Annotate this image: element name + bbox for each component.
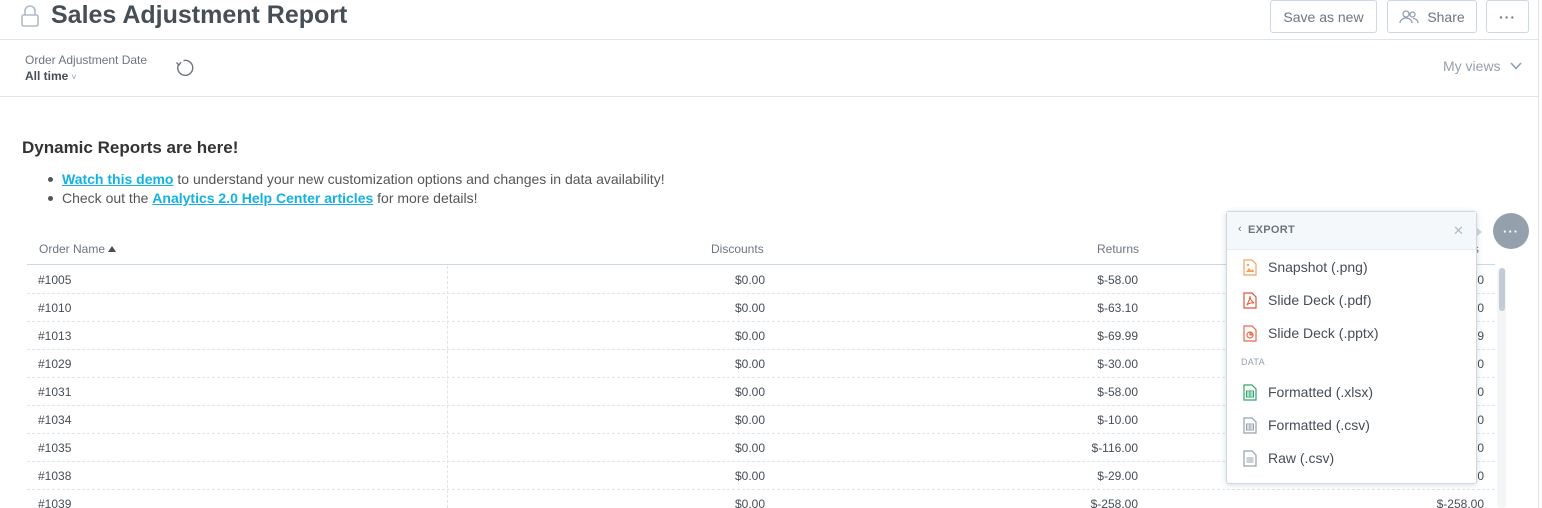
cell-order-name: #1029 — [38, 357, 72, 371]
export-menu-title[interactable]: EXPORT — [1248, 224, 1295, 236]
share-button[interactable]: Share — [1387, 0, 1477, 33]
column-header-discounts[interactable]: Discounts — [711, 242, 764, 256]
cell-returns: $-10.00 — [1097, 413, 1138, 427]
cell-returns: $-116.00 — [1091, 441, 1138, 455]
cell-discounts: $0.00 — [734, 469, 765, 483]
export-menu: ‹ EXPORT ✕ Snapshot (.png) Slide Deck (.… — [1226, 211, 1477, 484]
cell-partial: 0 — [1477, 413, 1484, 427]
image-file-icon — [1243, 259, 1257, 276]
notice-list: Watch this demo to understand your new c… — [48, 170, 665, 208]
cell-discounts: $0.00 — [734, 357, 765, 371]
more-options-button[interactable]: ··· — [1486, 0, 1529, 33]
export-formatted-xlsx[interactable]: Formatted (.xlsx) — [1227, 379, 1476, 407]
cell-partial: 0 — [1477, 301, 1484, 315]
cell-partial: $-258.00 — [1436, 497, 1484, 508]
notice-item: Check out the Analytics 2.0 Help Center … — [48, 189, 665, 208]
table-row[interactable]: #1039 $0.00 $-258.00 $-258.00 — [27, 490, 1495, 508]
cell-partial: 0 — [1477, 441, 1484, 455]
cell-order-name: #1039 — [38, 497, 72, 508]
cell-discounts: $0.00 — [734, 413, 765, 427]
chevron-down-icon: ˅ — [71, 72, 77, 82]
reset-icon[interactable] — [174, 58, 194, 78]
notice-item: Watch this demo to understand your new c… — [48, 170, 665, 189]
notice-item-text: Check out the — [62, 190, 153, 206]
cell-discounts: $0.00 — [734, 497, 765, 508]
cell-discounts: $0.00 — [734, 273, 765, 287]
xlsx-file-icon — [1243, 384, 1257, 401]
cell-partial: 9 — [1477, 329, 1484, 343]
export-formatted-csv[interactable]: Formatted (.csv) — [1227, 412, 1476, 440]
sort-ascending-icon — [108, 246, 117, 252]
report-header: Sales Adjustment Report Save as new Shar… — [0, 0, 1539, 40]
close-icon[interactable]: ✕ — [1453, 223, 1464, 239]
cell-order-name: #1031 — [38, 385, 72, 399]
pptx-file-icon — [1243, 325, 1257, 342]
cell-discounts: $0.00 — [734, 441, 765, 455]
export-snapshot-png[interactable]: Snapshot (.png) — [1227, 254, 1476, 282]
notice-item-text: for more details! — [373, 190, 478, 206]
my-views-dropdown[interactable]: My views — [1443, 58, 1501, 74]
notice-title: Dynamic Reports are here! — [22, 138, 239, 157]
save-as-new-button[interactable]: Save as new — [1270, 0, 1377, 33]
export-slide-deck-pptx[interactable]: Slide Deck (.pptx) — [1227, 320, 1476, 348]
date-filter-value: All time — [25, 69, 69, 83]
export-raw-csv[interactable]: Raw (.csv) — [1227, 445, 1476, 473]
cell-order-name: #1010 — [38, 301, 72, 315]
export-slide-deck-pdf[interactable]: Slide Deck (.pdf) — [1227, 287, 1476, 315]
cell-order-name: #1013 — [38, 329, 72, 343]
cell-order-name: #1034 — [38, 413, 72, 427]
column-header-order-name[interactable]: Order Name — [39, 242, 117, 256]
date-filter-label: Order Adjustment Date — [25, 53, 148, 67]
back-chevron-icon[interactable]: ‹ — [1238, 223, 1242, 235]
filter-bar: Order Adjustment Date All time ˅ My views — [0, 40, 1539, 97]
page-right-border — [1538, 0, 1539, 508]
pdf-file-icon — [1243, 292, 1257, 309]
cell-discounts: $0.00 — [734, 385, 765, 399]
cell-returns: $-58.00 — [1097, 273, 1138, 287]
lock-icon — [21, 5, 39, 27]
chevron-down-icon — [1510, 62, 1522, 70]
cell-returns: $-29.00 — [1097, 469, 1138, 483]
cell-partial: 0 — [1477, 385, 1484, 399]
cell-discounts: $0.00 — [734, 329, 765, 343]
date-filter-dropdown[interactable]: All time ˅ — [25, 69, 77, 83]
share-label: Share — [1427, 8, 1465, 25]
watch-demo-link[interactable]: Watch this demo — [62, 171, 174, 187]
cell-returns: $-63.10 — [1097, 301, 1138, 315]
export-section-data: DATA — [1241, 357, 1265, 367]
widget-options-button[interactable]: ··· — [1493, 213, 1529, 249]
cell-returns: $-30.00 — [1097, 357, 1138, 371]
csv-file-icon — [1243, 417, 1257, 434]
notice-item-text: to understand your new customization opt… — [173, 171, 665, 187]
column-header-returns[interactable]: Returns — [1097, 242, 1139, 256]
people-icon — [1399, 9, 1419, 23]
cell-partial: 0 — [1477, 357, 1484, 371]
cell-returns: $-58.00 — [1097, 385, 1138, 399]
table-scrollbar-thumb[interactable] — [1499, 268, 1505, 311]
cell-returns: $-69.99 — [1097, 329, 1138, 343]
column-divider — [447, 266, 448, 508]
export-menu-header: ‹ EXPORT ✕ — [1227, 212, 1476, 250]
cell-order-name: #1005 — [38, 273, 72, 287]
cell-partial: 0 — [1477, 469, 1484, 483]
help-center-link[interactable]: Analytics 2.0 Help Center articles — [152, 190, 373, 206]
page-title: Sales Adjustment Report — [51, 1, 348, 29]
raw-csv-file-icon — [1243, 450, 1257, 467]
cell-discounts: $0.00 — [734, 301, 765, 315]
cell-partial: 0 — [1477, 273, 1484, 287]
cell-returns: $-258.00 — [1090, 497, 1138, 508]
cell-order-name: #1035 — [38, 441, 72, 455]
cell-order-name: #1038 — [38, 469, 72, 483]
